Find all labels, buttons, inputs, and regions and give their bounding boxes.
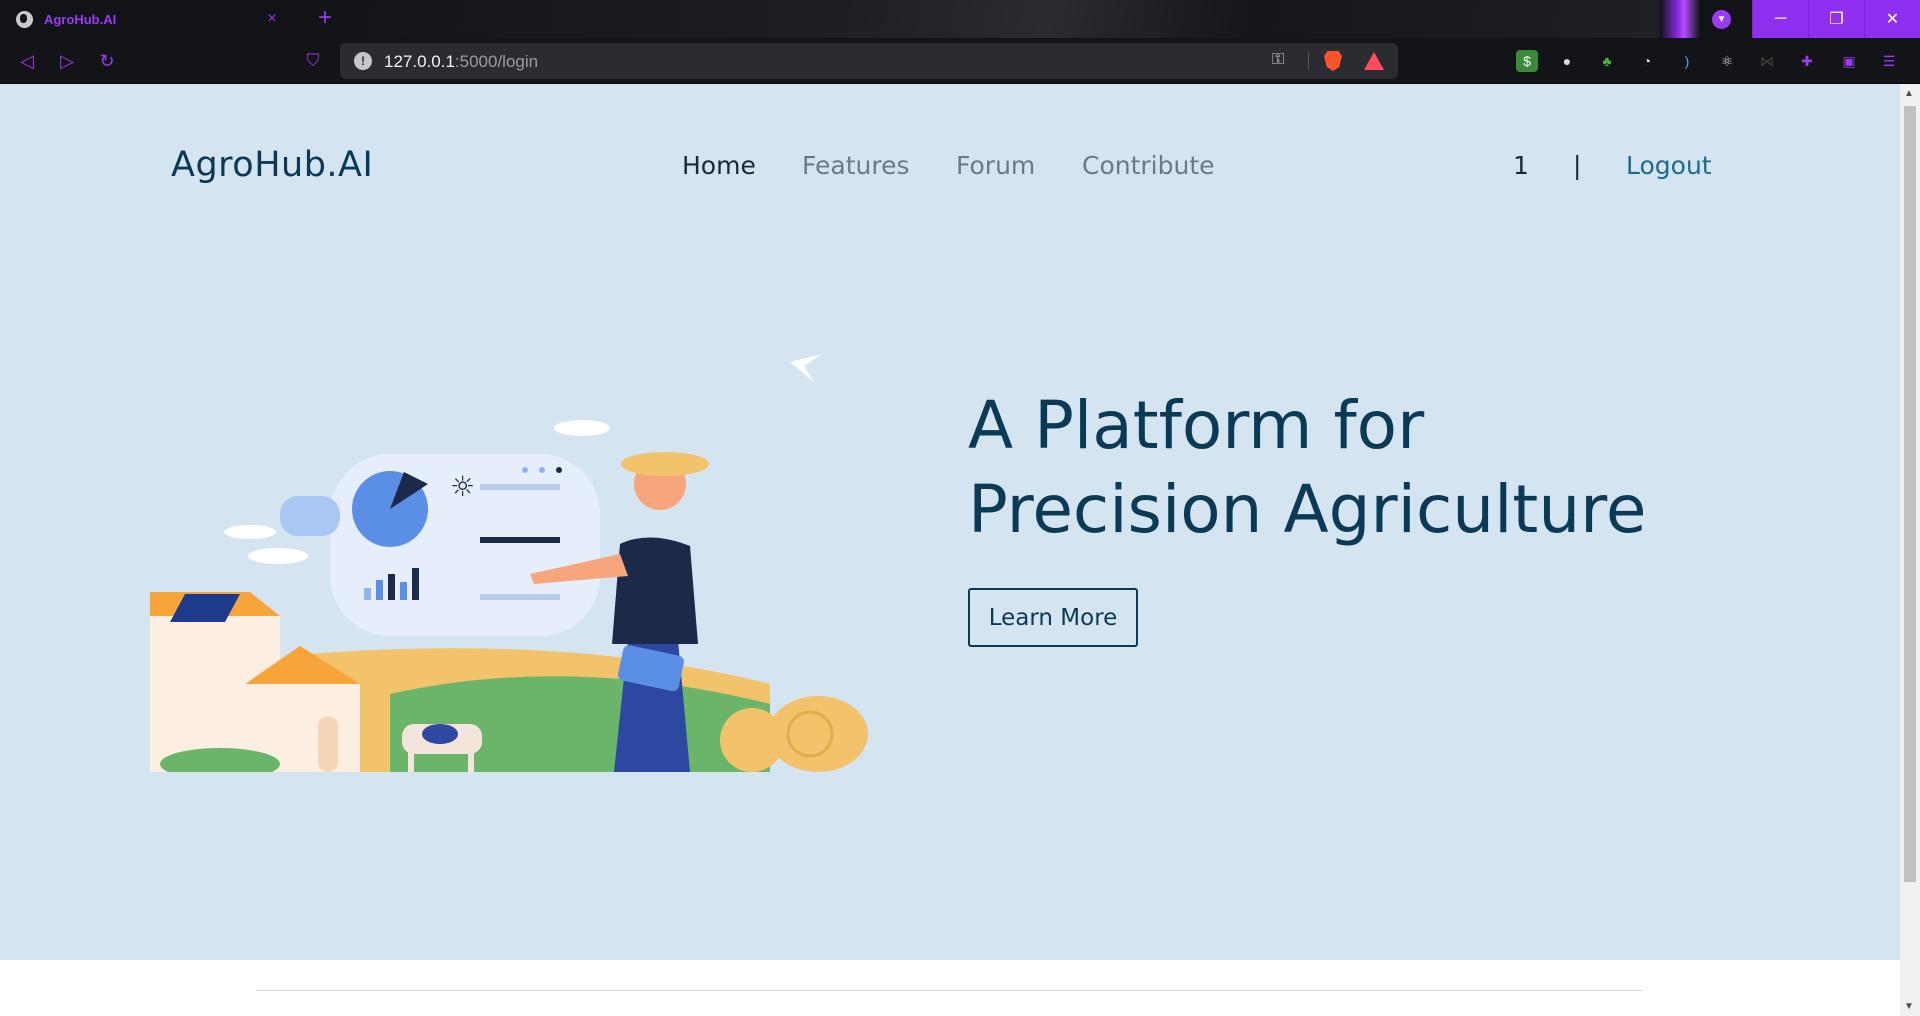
globe-icon <box>16 10 33 28</box>
bar-icon <box>376 580 383 600</box>
brave-rewards-icon[interactable] <box>1364 52 1384 70</box>
brand-logo[interactable]: AgroHub.AI <box>171 145 373 185</box>
nav-link-home[interactable]: Home <box>682 151 756 180</box>
extension-chat-icon[interactable]: ◔ <box>1636 50 1658 72</box>
extension-tree-icon[interactable]: ♣ <box>1596 50 1618 72</box>
site-info-icon[interactable]: ! <box>354 52 372 70</box>
cow-leg-shape <box>408 752 414 772</box>
dot-icon <box>556 467 562 473</box>
dot-icon <box>522 467 528 473</box>
window-controls: ─ ❐ ✕ <box>1752 0 1920 38</box>
section-divider <box>256 990 1642 991</box>
dot-icon <box>539 467 545 473</box>
learn-more-button[interactable]: Learn More <box>968 588 1138 647</box>
menu-icon[interactable]: ☰ <box>1878 50 1900 72</box>
next-section <box>0 960 1900 1016</box>
farmer-hat-shape <box>621 452 709 476</box>
sun-icon: ☼ <box>450 470 475 503</box>
new-tab-button[interactable]: + <box>318 6 332 30</box>
farmer-illustration: ☼ <box>150 354 868 772</box>
reload-icon[interactable]: ↻ <box>92 46 122 76</box>
door-shape <box>318 716 338 772</box>
extensions-puzzle-icon[interactable]: ✚ <box>1796 50 1818 72</box>
tab-search-icon[interactable]: ▾ <box>1712 10 1731 29</box>
bookmark-icon[interactable]: ⛉ <box>298 46 328 76</box>
nav-link-features[interactable]: Features <box>802 151 910 180</box>
restore-button[interactable]: ❐ <box>1808 0 1864 38</box>
progress-line <box>480 537 560 543</box>
address-bar-separator <box>1308 52 1309 70</box>
brave-shields-icon[interactable] <box>1324 51 1342 71</box>
cloud-shape <box>554 420 610 436</box>
logout-link[interactable]: Logout <box>1626 151 1712 180</box>
wallet-icon[interactable]: ▣ <box>1838 50 1860 72</box>
bird-shape <box>790 354 822 382</box>
forward-icon[interactable]: ▷ <box>52 46 82 76</box>
nav-link-contribute[interactable]: Contribute <box>1082 151 1215 180</box>
minimize-button[interactable]: ─ <box>1752 0 1808 38</box>
page-scrollbar[interactable]: ▲ ▼ <box>1900 84 1920 1016</box>
hero-title: A Platform for Precision Agriculture <box>968 387 1647 548</box>
back-icon[interactable]: ◁ <box>12 46 42 76</box>
browser-tab[interactable]: AgroHub.AI × <box>0 0 306 38</box>
progress-line <box>480 484 560 490</box>
extension-react-icon[interactable]: ⚛ <box>1716 50 1738 72</box>
browser-toolbar: ◁ ▷ ↻ ⛉ ! 127.0.0.1:5000/login ⚿ $ ● ♣ ◔… <box>0 38 1920 84</box>
cloud-shape <box>248 548 308 564</box>
bar-icon <box>412 568 419 600</box>
extension-wave-icon[interactable]: ) <box>1676 50 1698 72</box>
cloud-shape <box>224 525 276 539</box>
browser-tab-bar: AgroHub.AI × + ▾ ─ ❐ ✕ <box>0 0 1920 84</box>
address-bar[interactable]: ! 127.0.0.1:5000/login ⚿ <box>340 43 1398 79</box>
bar-icon <box>388 574 395 600</box>
url-text[interactable]: 127.0.0.1:5000/login <box>384 52 538 72</box>
cow-spot-shape <box>422 724 458 744</box>
hay-bale-shape <box>768 696 868 772</box>
progress-line <box>480 594 560 600</box>
tab-bar-background <box>300 0 1660 38</box>
nav-link-forum[interactable]: Forum <box>956 151 1035 180</box>
bar-icon <box>364 588 371 600</box>
farmer-shirt-shape <box>612 537 698 644</box>
scroll-up-icon[interactable]: ▲ <box>1904 88 1914 99</box>
user-count: 1 <box>1513 151 1529 180</box>
tab-close-icon[interactable]: × <box>264 10 280 28</box>
cow-leg-shape <box>468 752 474 772</box>
extension-mouse-icon[interactable]: ● <box>1556 50 1578 72</box>
tab-title: AgroHub.AI <box>44 11 117 27</box>
page-content: AgroHub.AI Home Features Forum Contribut… <box>0 84 1900 1016</box>
password-key-icon[interactable]: ⚿ <box>1272 51 1284 69</box>
bar-icon <box>400 582 407 600</box>
extension-disabled-icon[interactable]: ⋈ <box>1756 50 1778 72</box>
cloud-shape <box>280 496 340 536</box>
close-window-button[interactable]: ✕ <box>1864 0 1920 38</box>
scrollbar-thumb[interactable] <box>1904 106 1916 882</box>
extension-dollar-icon[interactable]: $ <box>1516 50 1538 72</box>
nav-divider: | <box>1573 151 1582 180</box>
scroll-down-icon[interactable]: ▼ <box>1904 1001 1914 1012</box>
